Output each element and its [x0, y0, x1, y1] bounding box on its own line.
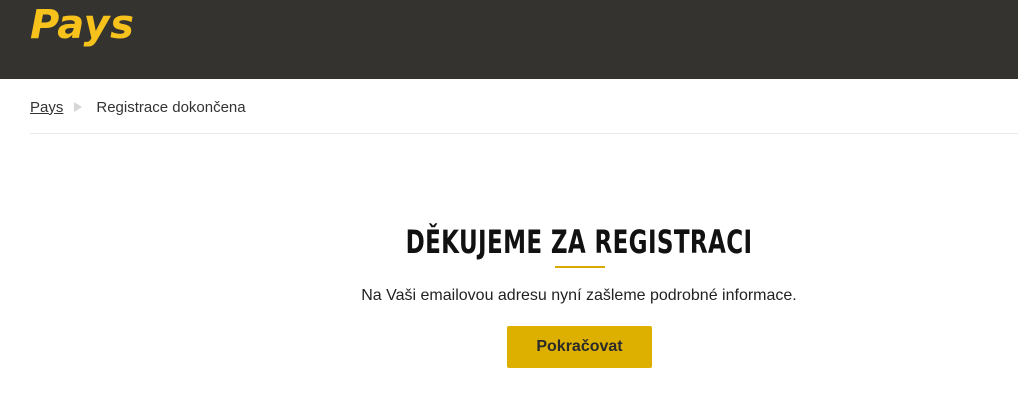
site-logo[interactable]: Pays: [30, 2, 134, 48]
triangle-right-icon: [74, 102, 83, 112]
breadcrumb: Pays Registrace dokončena: [30, 96, 246, 118]
page-title: DĚKUJEME ZA REGISTRACI: [405, 223, 753, 261]
breadcrumb-current: Registrace dokončena: [96, 98, 246, 116]
site-header: Pays: [0, 0, 1018, 79]
title-underline: [555, 266, 605, 268]
confirmation-message: Na Vaši emailovou adresu nyní zašleme po…: [361, 287, 797, 304]
breadcrumb-divider: [30, 133, 1018, 134]
continue-button[interactable]: Pokračovat: [507, 326, 652, 368]
breadcrumb-home-link[interactable]: Pays: [30, 99, 63, 116]
